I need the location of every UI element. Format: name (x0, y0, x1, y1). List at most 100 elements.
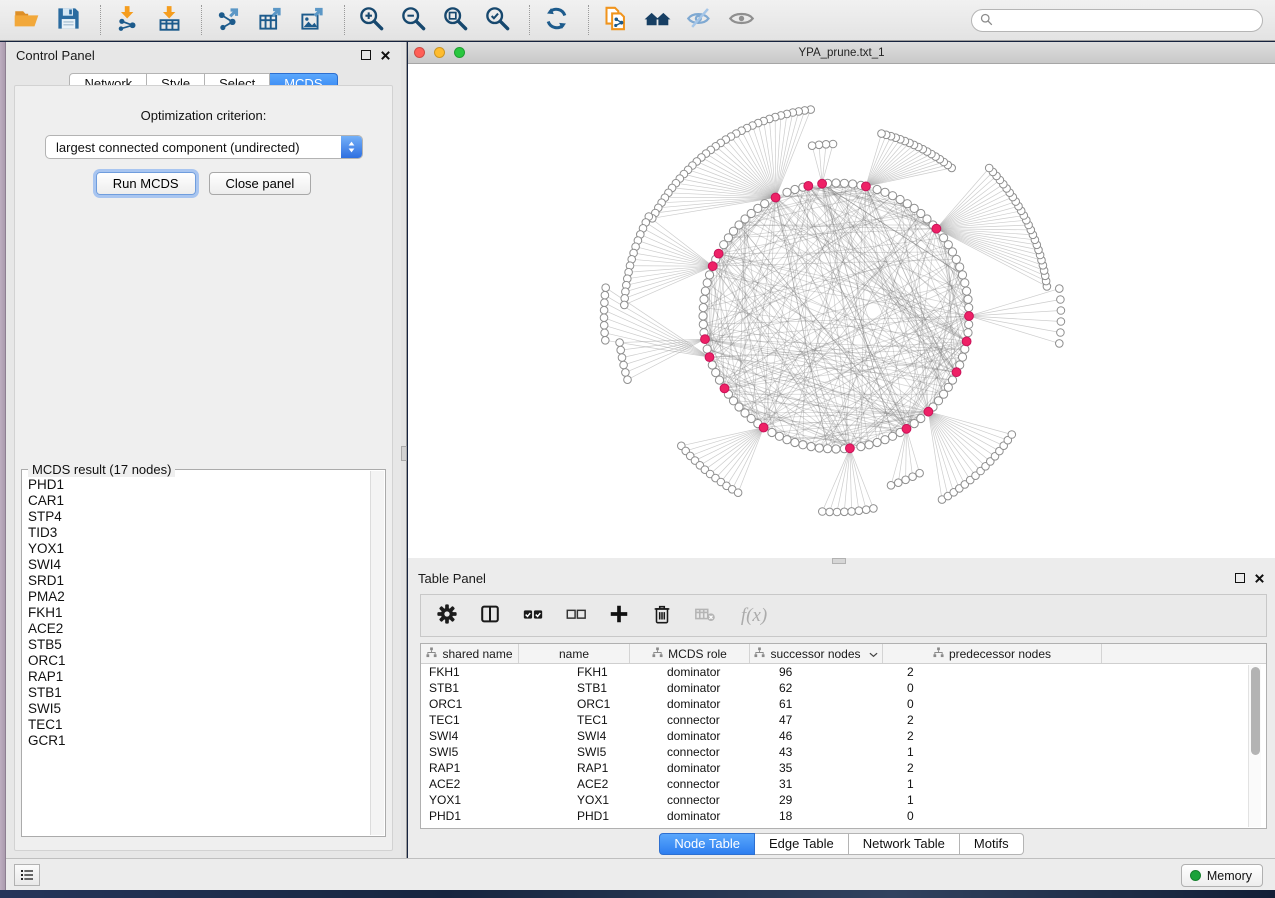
mcds-result-item[interactable]: STP4 (28, 509, 370, 525)
close-panel-icon[interactable] (1254, 573, 1265, 584)
cell[interactable]: PHD1 (519, 809, 630, 823)
columns-button[interactable] (476, 601, 504, 631)
column-header-MCDS-role[interactable]: MCDS role (630, 644, 750, 663)
cell[interactable]: 29 (750, 793, 883, 807)
search-box[interactable] (971, 9, 1263, 32)
search-input[interactable] (994, 14, 1262, 28)
select-all-button[interactable] (519, 601, 547, 631)
delete-button[interactable] (648, 601, 676, 631)
cell[interactable]: FKH1 (421, 665, 519, 679)
column-header-successor-nodes[interactable]: successor nodes (750, 644, 883, 663)
mcds-result-item[interactable]: PHD1 (28, 477, 370, 493)
refresh-button[interactable] (538, 3, 574, 37)
cell[interactable]: 31 (750, 777, 883, 791)
import-network-button[interactable] (109, 3, 145, 37)
cell[interactable]: dominator (630, 761, 750, 775)
export-table-button[interactable] (252, 3, 288, 37)
cell[interactable]: 1 (883, 777, 1102, 791)
save-button[interactable] (50, 3, 86, 37)
cell[interactable]: dominator (630, 681, 750, 695)
cell[interactable]: ORC1 (519, 697, 630, 711)
run-mcds-button[interactable]: Run MCDS (96, 172, 196, 195)
optimization-criterion-select[interactable]: largest connected component (undirected) (45, 135, 363, 159)
close-panel-icon[interactable] (380, 50, 391, 61)
zoom-selected-button[interactable] (479, 3, 515, 37)
cell[interactable]: 43 (750, 745, 883, 759)
table-row[interactable]: SWI5SWI5connector431 (421, 744, 1266, 760)
tab-network-table[interactable]: Network Table (849, 833, 960, 855)
zoom-fit-button[interactable] (437, 3, 473, 37)
show-all-button[interactable] (723, 3, 759, 37)
open-button[interactable] (8, 3, 44, 37)
mcds-result-item[interactable]: FKH1 (28, 605, 370, 621)
table-row[interactable]: FKH1FKH1dominator962 (421, 664, 1266, 680)
cell[interactable]: YOX1 (421, 793, 519, 807)
mcds-result-item[interactable]: SRD1 (28, 573, 370, 589)
import-table-button[interactable] (151, 3, 187, 37)
export-image-button[interactable] (294, 3, 330, 37)
table-row[interactable]: PHD1PHD1dominator180 (421, 808, 1266, 824)
cell[interactable]: 46 (750, 729, 883, 743)
zoom-out-button[interactable] (395, 3, 431, 37)
mcds-result-item[interactable]: ACE2 (28, 621, 370, 637)
table-row[interactable]: ORC1ORC1dominator610 (421, 696, 1266, 712)
cell[interactable]: ORC1 (421, 697, 519, 711)
cell[interactable]: ACE2 (519, 777, 630, 791)
cell[interactable]: dominator (630, 697, 750, 711)
task-history-button[interactable] (14, 864, 40, 886)
cell[interactable]: 47 (750, 713, 883, 727)
mcds-result-list[interactable]: PHD1CAR1STP4TID3YOX1SWI4SRD1PMA2FKH1ACE2… (23, 471, 370, 835)
horizontal-splitter[interactable] (408, 558, 1275, 565)
splitter-handle[interactable] (401, 446, 407, 461)
cell[interactable]: SWI4 (421, 729, 519, 743)
network-title-bar[interactable]: YPA_prune.txt_1 (408, 42, 1275, 64)
cell[interactable]: ACE2 (421, 777, 519, 791)
table-row[interactable]: YOX1YOX1connector291 (421, 792, 1266, 808)
cell[interactable]: connector (630, 745, 750, 759)
cell[interactable]: 1 (883, 745, 1102, 759)
memory-button[interactable]: Memory (1181, 864, 1263, 887)
mcds-result-item[interactable]: RAP1 (28, 669, 370, 685)
mcds-result-item[interactable]: SWI4 (28, 557, 370, 573)
cell[interactable]: connector (630, 777, 750, 791)
column-header-name[interactable]: name (519, 644, 630, 663)
cell[interactable]: YOX1 (519, 793, 630, 807)
mcds-result-item[interactable]: ORC1 (28, 653, 370, 669)
cell[interactable]: 96 (750, 665, 883, 679)
close-panel-button[interactable]: Close panel (209, 172, 312, 195)
mcds-result-item[interactable]: STB5 (28, 637, 370, 653)
cell[interactable]: STB1 (519, 681, 630, 695)
splitter-handle[interactable] (832, 558, 846, 564)
cell[interactable]: 0 (883, 809, 1102, 823)
cell[interactable]: 0 (883, 681, 1102, 695)
float-panel-icon[interactable] (1235, 573, 1245, 583)
mcds-result-item[interactable]: YOX1 (28, 541, 370, 557)
table-row[interactable]: TEC1TEC1connector472 (421, 712, 1266, 728)
cell[interactable]: 1 (883, 793, 1102, 807)
cell[interactable]: RAP1 (519, 761, 630, 775)
cell[interactable]: 2 (883, 729, 1102, 743)
cell[interactable]: connector (630, 793, 750, 807)
first-neighbors-button[interactable] (639, 3, 675, 37)
tab-motifs[interactable]: Motifs (960, 833, 1024, 855)
mcds-result-item[interactable]: GCR1 (28, 733, 370, 749)
result-scrollbar[interactable] (370, 471, 384, 835)
mcds-result-item[interactable]: TEC1 (28, 717, 370, 733)
cell[interactable]: dominator (630, 665, 750, 679)
deselect-all-button[interactable] (562, 601, 590, 631)
cell[interactable]: 61 (750, 697, 883, 711)
column-header-predecessor-nodes[interactable]: predecessor nodes (883, 644, 1102, 663)
vertical-splitter[interactable] (401, 42, 407, 858)
cell[interactable]: STB1 (421, 681, 519, 695)
table-row[interactable]: ACE2ACE2connector311 (421, 776, 1266, 792)
cell[interactable]: 2 (883, 761, 1102, 775)
cell[interactable]: 35 (750, 761, 883, 775)
cell[interactable]: 2 (883, 665, 1102, 679)
hide-selected-button[interactable] (681, 3, 717, 37)
mcds-result-item[interactable]: SWI5 (28, 701, 370, 717)
float-panel-icon[interactable] (361, 50, 371, 60)
cell[interactable]: SWI5 (519, 745, 630, 759)
attributes-button[interactable] (433, 601, 461, 631)
table-row[interactable]: STB1STB1dominator620 (421, 680, 1266, 696)
cell[interactable]: 18 (750, 809, 883, 823)
